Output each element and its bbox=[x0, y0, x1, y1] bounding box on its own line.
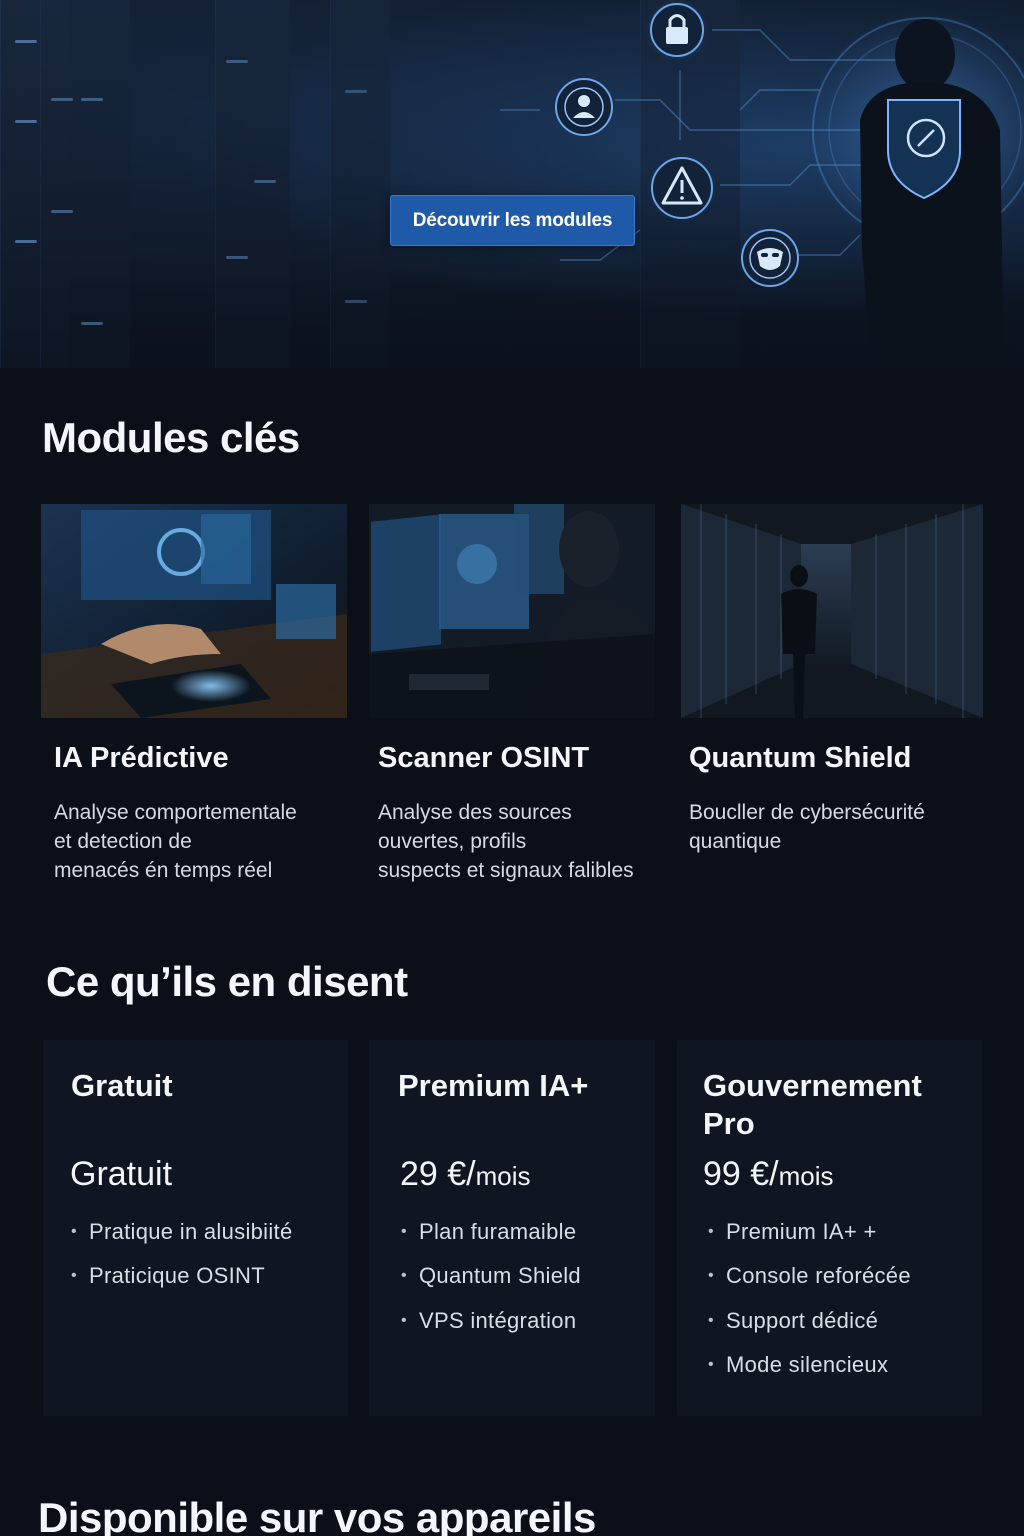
plan-feature: Console reforécée bbox=[708, 1263, 911, 1289]
testimonials-section-title: Ce qu’ils en disent bbox=[46, 958, 408, 1005]
plan-feature: Support dédicé bbox=[708, 1308, 878, 1334]
plan-name-premium: Premium IA+ bbox=[398, 1068, 589, 1103]
module-title-osint-scanner: Scanner OSINT bbox=[378, 742, 590, 774]
hero-illustration bbox=[500, 0, 1024, 368]
plan-feature: Mode silencieux bbox=[708, 1352, 888, 1378]
plan-feature: Pratique in alusibiité bbox=[71, 1219, 293, 1245]
hero-banner: Découvrir les modules bbox=[0, 0, 1024, 368]
mask-icon bbox=[741, 229, 799, 287]
module-image-predictive-ai bbox=[41, 504, 347, 718]
module-title-quantum-shield: Quantum Shield bbox=[689, 742, 912, 774]
plan-feature: Premium IA+ + bbox=[708, 1219, 877, 1245]
plan-feature: VPS intégration bbox=[401, 1308, 576, 1334]
modules-section-title: Modules clés bbox=[42, 414, 300, 461]
plan-name-government: Gouvernement Pro bbox=[703, 1068, 922, 1141]
discover-modules-button[interactable]: Découvrir les modules bbox=[390, 195, 635, 246]
devices-section-title: Disponible sur vos appareils bbox=[38, 1494, 596, 1536]
module-title-predictive-ai: IA Prédictive bbox=[54, 742, 229, 774]
module-image-quantum-shield bbox=[681, 504, 983, 718]
module-image-osint-scanner bbox=[369, 504, 655, 718]
plan-price-free: Gratuit bbox=[70, 1155, 173, 1193]
warning-icon bbox=[648, 154, 716, 222]
plan-price-premium: 29 €/mois bbox=[400, 1155, 531, 1193]
plan-feature: Quantum Shield bbox=[401, 1263, 581, 1289]
lock-icon bbox=[645, 0, 709, 62]
module-desc-osint-scanner: Analyse des sources ouvertes, profils su… bbox=[378, 801, 634, 882]
user-icon bbox=[555, 78, 613, 136]
plan-name-free: Gratuit bbox=[71, 1068, 173, 1103]
module-desc-quantum-shield: Boucller de cybersécurité quantique bbox=[689, 801, 925, 853]
plan-feature: Praticique OSINT bbox=[71, 1263, 265, 1289]
plan-price-government: 99 €/mois bbox=[703, 1155, 834, 1193]
plan-feature: Plan furamaible bbox=[401, 1219, 576, 1245]
module-desc-predictive-ai: Analyse comportementale et detection de … bbox=[54, 801, 297, 882]
